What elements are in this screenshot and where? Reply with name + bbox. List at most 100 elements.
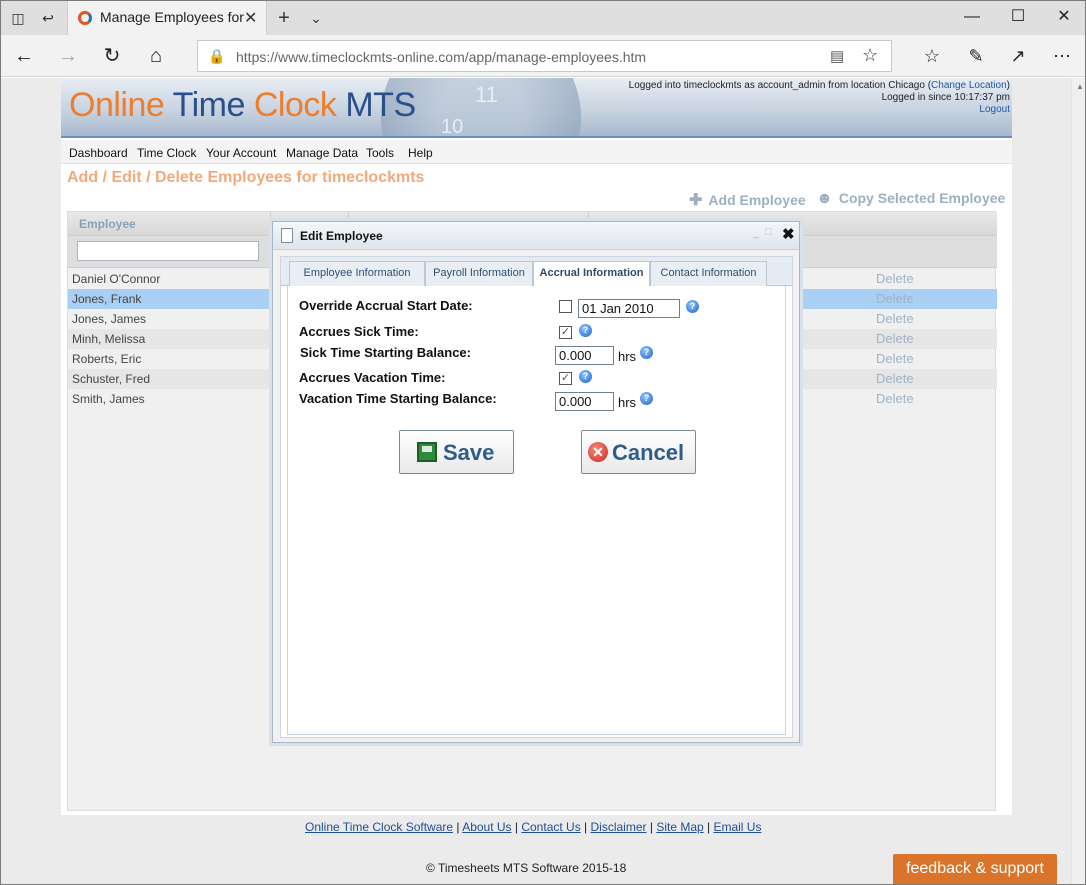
tab-title: Manage Employees for	[100, 9, 244, 25]
maximize-window-icon[interactable]: ☐	[995, 1, 1041, 35]
footer-link[interactable]: Online Time Clock Software	[305, 820, 453, 834]
help-icon[interactable]: ?	[579, 324, 592, 337]
close-tab-icon[interactable]: ✕	[244, 8, 257, 28]
footer-link[interactable]: Contact Us	[521, 820, 580, 834]
footer-link[interactable]: Site Map	[656, 820, 703, 834]
copyright: © Timesheets MTS Software 2015-18	[426, 861, 627, 875]
add-user-icon: ✚	[689, 192, 703, 209]
column-header-employee[interactable]: Employee	[79, 217, 136, 231]
floppy-disk-icon	[417, 442, 437, 462]
cancel-button[interactable]: ✕ Cancel	[581, 430, 696, 474]
navigation-bar: ← → ↻ ⌂ 🔒 https://www.timeclockmts-onlin…	[1, 35, 1085, 77]
login-time: Logged in since 10:17:37 pm	[881, 92, 1010, 103]
footer-link[interactable]: About Us	[462, 820, 511, 834]
menu-manage-data[interactable]: Manage Data	[286, 146, 358, 160]
sick-balance-label: Sick Time Starting Balance:	[300, 345, 471, 360]
page-title: Add / Edit / Delete Employees for timecl…	[67, 169, 425, 186]
favorites-hub-icon[interactable]: ☆	[919, 43, 945, 69]
help-icon[interactable]: ?	[640, 346, 653, 359]
menu-help[interactable]: Help	[408, 146, 433, 160]
web-note-icon[interactable]: ✎	[963, 43, 989, 69]
more-options-icon[interactable]: ⋯	[1049, 43, 1075, 69]
new-tab-icon[interactable]: +	[273, 7, 295, 29]
refresh-icon[interactable]: ↻	[99, 43, 125, 69]
override-accrual-checkbox[interactable]	[559, 300, 572, 313]
help-icon[interactable]: ?	[640, 392, 653, 405]
favorite-star-icon[interactable]: ☆	[862, 45, 878, 66]
footer-link[interactable]: Email Us	[713, 820, 761, 834]
add-employee-button[interactable]: ✚ Add Employee	[689, 190, 806, 210]
login-info: Logged into timeclockmts as account_admi…	[628, 80, 1010, 116]
sick-balance-input[interactable]: 0.000	[555, 346, 614, 365]
dialog-tab-strip: Employee Information Payroll Information…	[281, 257, 792, 287]
menu-dashboard[interactable]: Dashboard	[69, 146, 128, 160]
help-icon[interactable]: ?	[686, 300, 699, 313]
vacation-balance-input[interactable]: 0.000	[555, 392, 614, 411]
delete-link[interactable]: Delete	[876, 351, 914, 366]
feedback-support-button[interactable]: feedback & support	[893, 854, 1057, 884]
menu-time-clock[interactable]: Time Clock	[137, 146, 197, 160]
close-dialog-icon[interactable]: ✖	[782, 225, 795, 243]
dialog-body: Employee Information Payroll Information…	[280, 256, 793, 738]
browser-window: ◫ ↩ Manage Employees for ✕ + ⌄ — ☐ ✕ ← →…	[0, 0, 1086, 885]
site-banner: 11 10 Online Time Clock MTS Logged into …	[61, 78, 1012, 138]
delete-link[interactable]: Delete	[876, 291, 914, 306]
site-menu-bar: Dashboard Time Clock Your Account Manage…	[61, 140, 1012, 164]
save-button[interactable]: Save	[399, 430, 514, 474]
back-icon[interactable]: ←	[11, 43, 37, 69]
browser-tab[interactable]: Manage Employees for ✕	[67, 1, 267, 35]
accrues-vacation-checkbox[interactable]: ✓	[559, 372, 572, 385]
help-icon[interactable]: ?	[579, 370, 592, 383]
edit-employee-dialog: Edit Employee _ □ ✖ Employee Information…	[272, 221, 800, 743]
footer-links: Online Time Clock Software | About Us | …	[305, 820, 762, 834]
set-tabs-aside-icon[interactable]: ↩	[37, 7, 59, 29]
employee-filter-input[interactable]	[77, 241, 259, 261]
accrues-vacation-label: Accrues Vacation Time:	[299, 370, 446, 385]
clock-numeral: 10	[441, 116, 464, 138]
tab-payroll-information[interactable]: Payroll Information	[425, 261, 533, 286]
tab-actions-icon[interactable]: ◫	[7, 7, 29, 29]
reading-view-icon[interactable]: ▤	[830, 47, 844, 65]
minimize-window-icon[interactable]: —	[949, 1, 995, 35]
home-icon[interactable]: ⌂	[143, 43, 169, 69]
lock-icon: 🔒	[208, 48, 226, 64]
column-divider	[270, 212, 271, 236]
override-accrual-label: Override Accrual Start Date:	[299, 298, 473, 313]
accrues-sick-checkbox[interactable]: ✓	[559, 326, 572, 339]
change-location-link[interactable]: Change Location	[931, 80, 1007, 91]
delete-link[interactable]: Delete	[876, 331, 914, 346]
maximize-dialog-icon[interactable]: □	[765, 226, 772, 238]
tab-list-chevron-icon[interactable]: ⌄	[305, 7, 327, 29]
logout-link[interactable]: Logout	[629, 104, 1010, 116]
vertical-scrollbar[interactable]: ▲	[1071, 78, 1085, 884]
share-icon[interactable]: ↗	[1005, 43, 1031, 69]
document-icon	[281, 228, 293, 243]
site-logo[interactable]: Online Time Clock MTS	[69, 86, 416, 125]
clock-numeral: 11	[475, 82, 498, 107]
menu-your-account[interactable]: Your Account	[206, 146, 276, 160]
accrues-sick-label: Accrues Sick Time:	[299, 324, 419, 339]
tab-employee-information[interactable]: Employee Information	[289, 261, 425, 286]
minimize-dialog-icon[interactable]: _	[753, 228, 759, 239]
tab-bar: ◫ ↩ Manage Employees for ✕ + ⌄ — ☐ ✕	[1, 1, 1085, 35]
delete-link[interactable]: Delete	[876, 271, 914, 286]
forward-icon[interactable]: →	[55, 43, 81, 69]
menu-tools[interactable]: Tools	[366, 146, 394, 160]
accrual-start-date-input[interactable]: 01 Jan 2010	[578, 299, 680, 318]
address-bar[interactable]: 🔒 https://www.timeclockmts-online.com/ap…	[197, 40, 892, 72]
delete-link[interactable]: Delete	[876, 371, 914, 386]
cancel-x-icon: ✕	[588, 442, 608, 462]
footer-link[interactable]: Disclaimer	[591, 820, 647, 834]
tab-contact-information[interactable]: Contact Information	[650, 261, 767, 286]
url-text: https://www.timeclockmts-online.com/app/…	[236, 49, 647, 65]
close-window-icon[interactable]: ✕	[1041, 1, 1085, 35]
tab-accrual-information[interactable]: Accrual Information	[533, 261, 650, 287]
copy-employee-button[interactable]: ☻ Copy Selected Employee	[816, 190, 1005, 208]
dialog-title-bar[interactable]: Edit Employee _ □ ✖	[273, 222, 799, 250]
site-favicon-icon	[78, 11, 92, 25]
scroll-up-icon[interactable]: ▲	[1076, 82, 1084, 91]
accrual-panel: Override Accrual Start Date: 01 Jan 2010…	[287, 286, 786, 735]
delete-link[interactable]: Delete	[876, 311, 914, 326]
delete-link[interactable]: Delete	[876, 391, 914, 406]
hours-unit: hrs	[618, 395, 637, 410]
